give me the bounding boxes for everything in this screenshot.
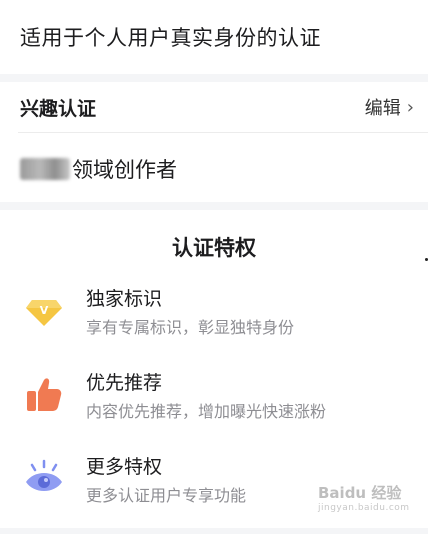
privilege-item-exclusive-badge: V 独家标识 享有专属标识，彰显独特身份 xyxy=(24,284,428,344)
privilege-name: 独家标识 xyxy=(86,288,163,310)
privilege-name: 优先推荐 xyxy=(86,372,163,394)
edit-label: 编辑 xyxy=(364,98,401,119)
privilege-name: 更多特权 xyxy=(86,456,163,478)
privileges-card: 认证特权 V 独家标识 享有专属标识，彰显独特身份 优先推荐 内容优先推荐，增加… xyxy=(0,210,428,528)
blurred-redaction xyxy=(20,158,70,180)
interest-card: 兴趣认证 编辑 › 领域创作者 xyxy=(0,82,428,202)
creator-field-label: 领域创作者 xyxy=(72,158,177,182)
watermark-logo: Baidu 经验 xyxy=(318,484,402,502)
privilege-desc: 内容优先推荐，增加曝光快速涨粉 xyxy=(86,402,327,421)
interest-cert-title: 兴趣认证 xyxy=(20,98,97,120)
svg-text:V: V xyxy=(40,304,49,317)
creator-field-row: 领域创作者 xyxy=(20,154,177,184)
top-card: 适用于个人用户真实身份的认证 xyxy=(0,0,428,74)
eye-icon xyxy=(26,459,62,491)
thumbs-up-icon xyxy=(27,378,62,411)
privileges-title: 认证特权 xyxy=(172,236,256,260)
privilege-desc: 享有专属标识，彰显独特身份 xyxy=(86,318,295,337)
chevron-right-icon: › xyxy=(406,96,414,118)
privilege-item-priority-recommend: 优先推荐 内容优先推荐，增加曝光快速涨粉 xyxy=(24,368,428,428)
privilege-desc: 更多认证用户专享功能 xyxy=(86,486,247,505)
diamond-icon: V xyxy=(26,300,62,326)
baidu-watermark: Baidu 经验 jingyan.baidu.com xyxy=(318,482,422,522)
identity-description: 适用于个人用户真实身份的认证 xyxy=(20,26,321,50)
divider xyxy=(18,132,428,133)
edit-button[interactable]: 编辑 › xyxy=(365,94,414,120)
watermark-url: jingyan.baidu.com xyxy=(318,503,410,513)
